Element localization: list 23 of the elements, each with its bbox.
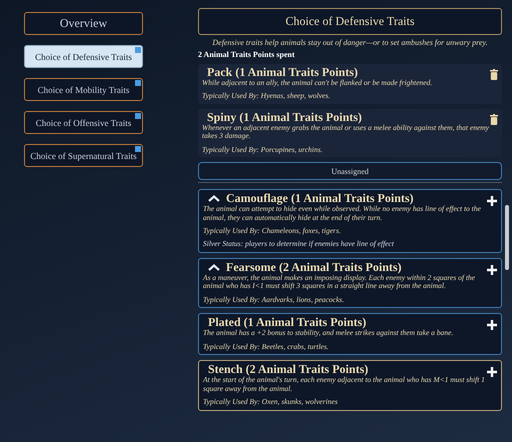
- trait-title: Stench (2 Animal Traits Points): [208, 363, 368, 376]
- trait-card[interactable]: [198, 189, 502, 253]
- trait-title: Fearsome (2 Animal Traits Points): [226, 260, 402, 274]
- sidebar-item[interactable]: Choice of Defensive Traits: [24, 45, 143, 68]
- trait-card[interactable]: [198, 258, 502, 308]
- chevron-up-icon[interactable]: [208, 195, 220, 202]
- trait-title: Camouflage (1 Animal Traits Points): [226, 192, 414, 206]
- trait-title: Pack (1 Animal Traits Points): [207, 66, 358, 79]
- sidebar-item[interactable]: Overview: [24, 12, 143, 35]
- trash-icon[interactable]: [490, 112, 498, 128]
- unassigned-header: Unassigned: [198, 162, 502, 180]
- scrollbar-thumb[interactable]: [505, 205, 509, 270]
- trait-title: Spiny (1 Animal Traits Points): [207, 110, 362, 124]
- sidebar-item[interactable]: Choice of Mobility Traits: [24, 78, 143, 101]
- sidebar-item[interactable]: Choice of Offensive Traits: [24, 111, 143, 134]
- section-title: Choice of Defensive Traits: [198, 8, 502, 35]
- points-spent: 2 Animal Traits Points spent: [198, 50, 296, 59]
- chevron-up-icon[interactable]: [208, 264, 220, 271]
- sidebar-item[interactable]: Choice of Supernatural Traits: [24, 144, 143, 167]
- trash-icon[interactable]: [490, 68, 498, 83]
- plus-icon[interactable]: [487, 262, 497, 278]
- section-intro: Defensive traits help animals stay out of danger—or to set ambushes for unwary prey.: [211, 39, 489, 48]
- trait-title: Plated (1 Animal Traits Points): [208, 316, 366, 330]
